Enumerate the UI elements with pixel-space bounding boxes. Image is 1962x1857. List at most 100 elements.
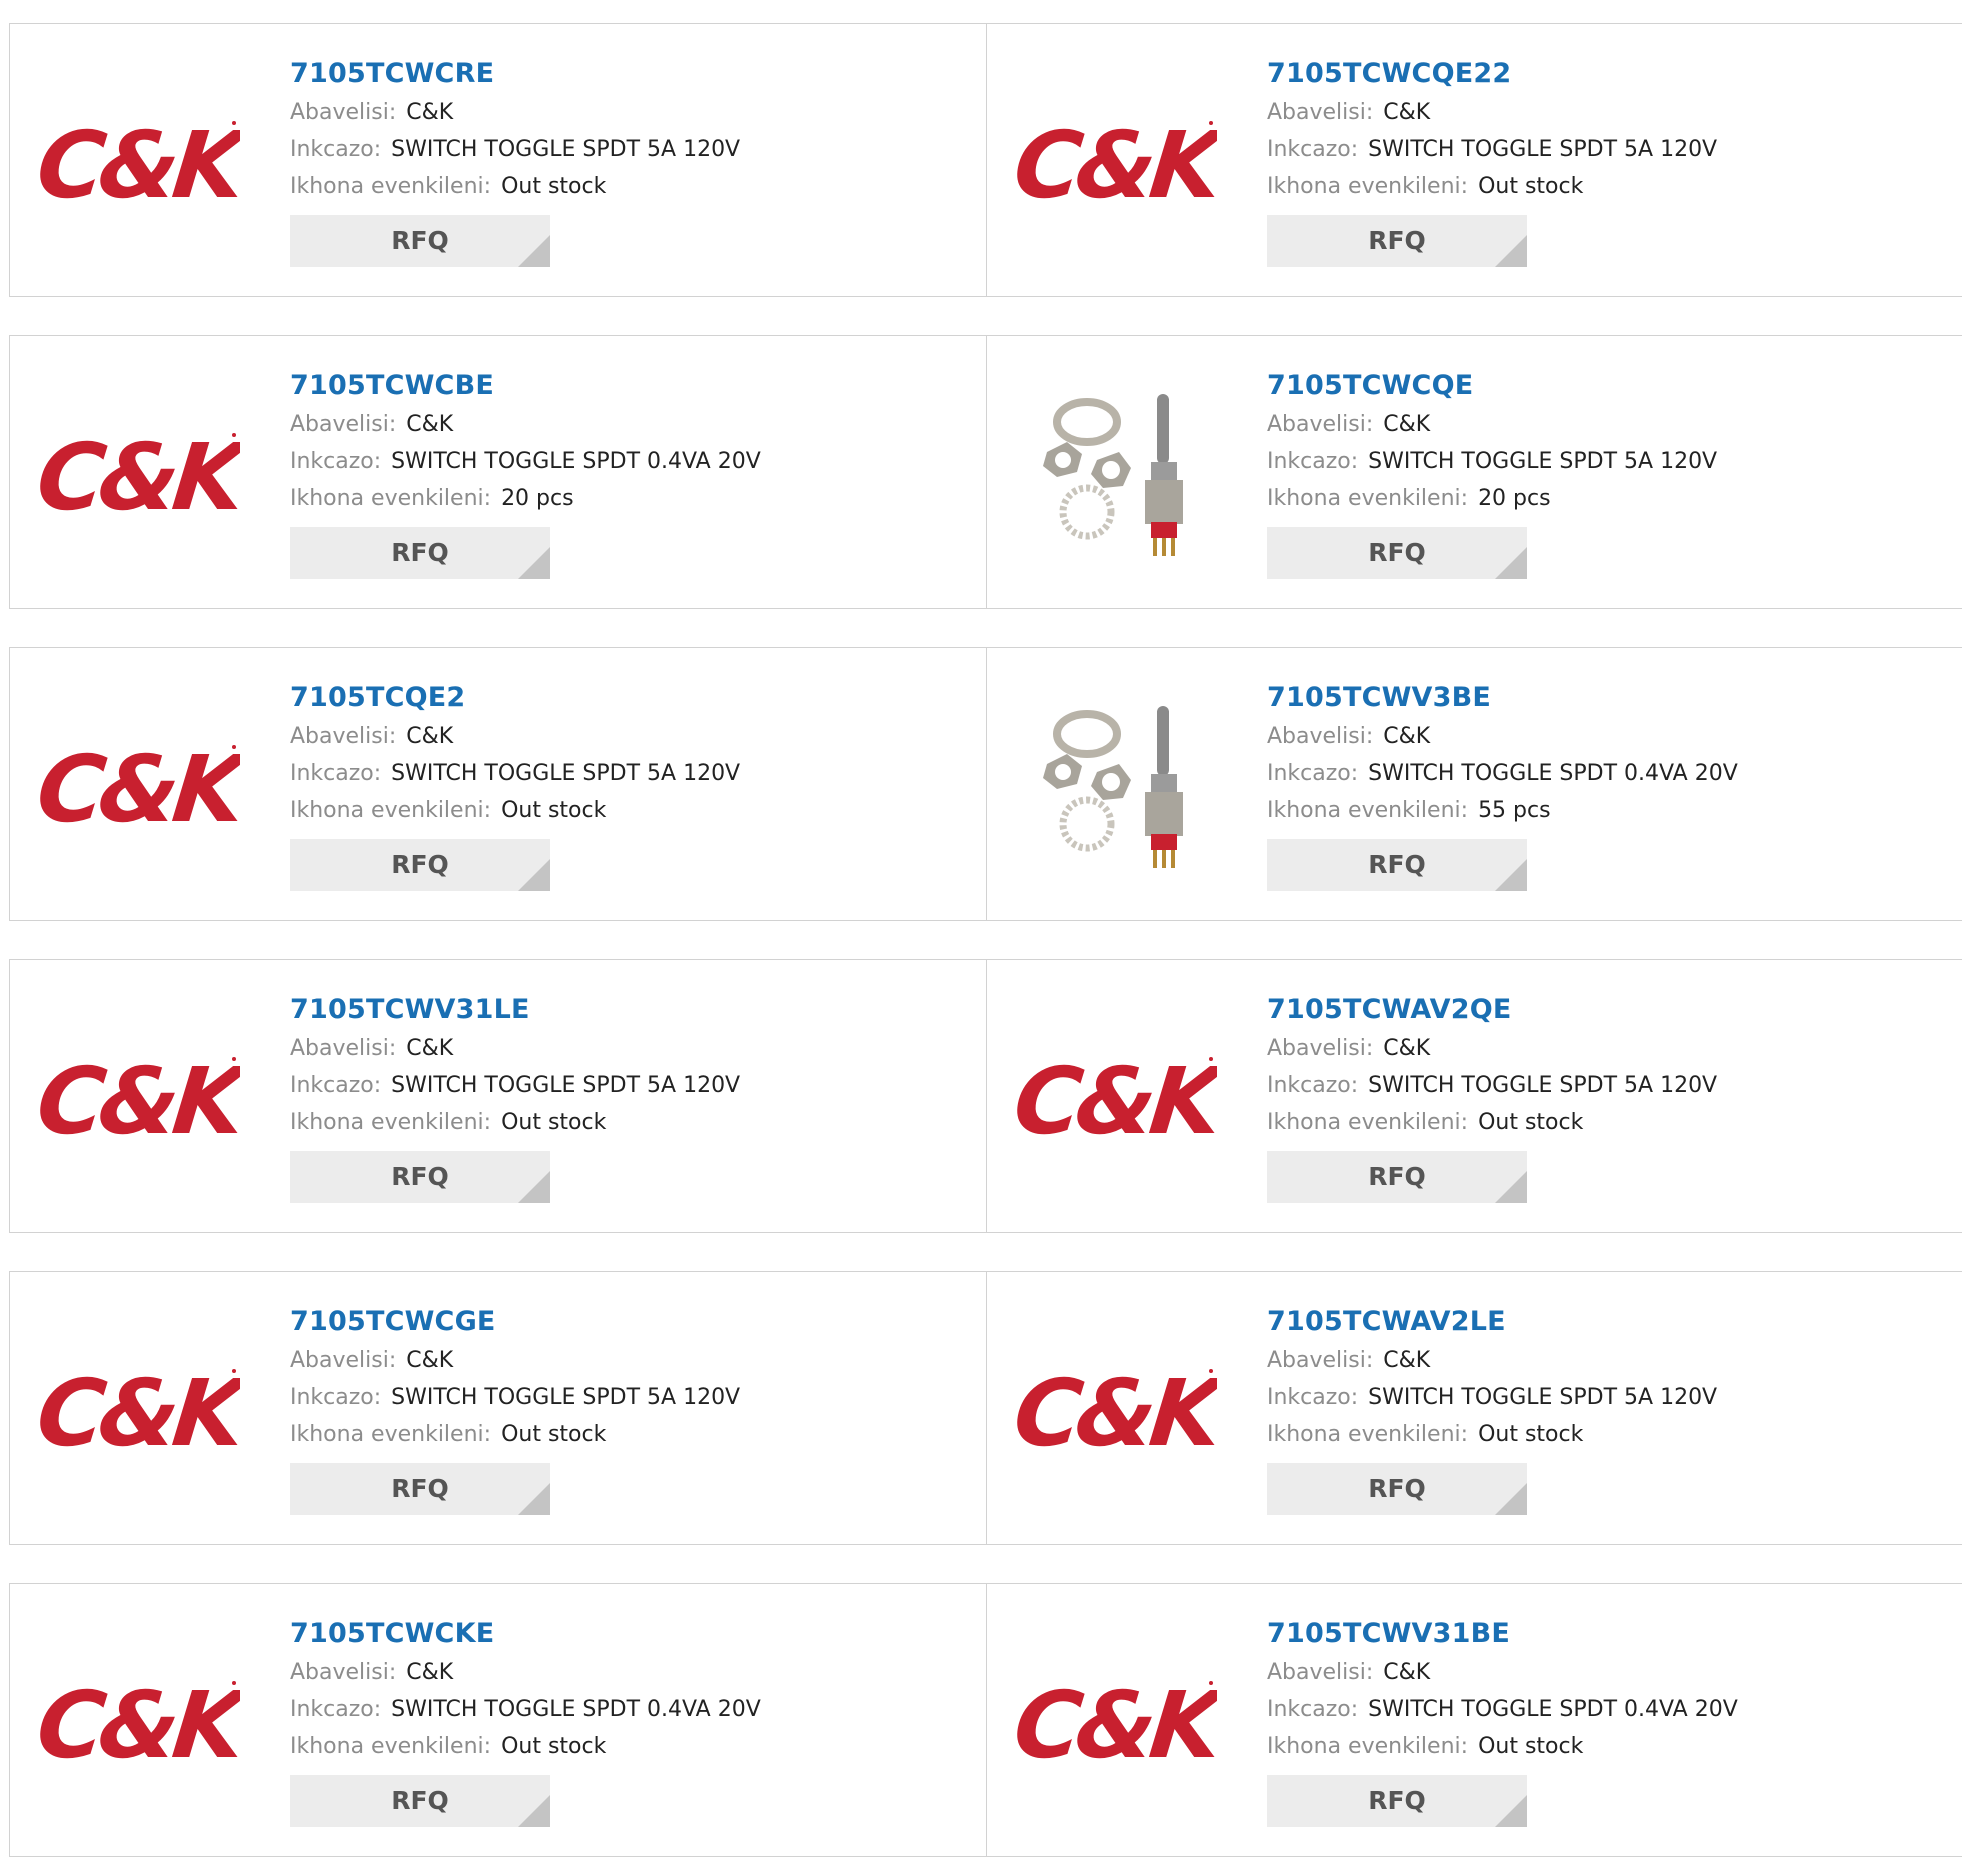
rfq-button[interactable]: RFQ [290,215,550,267]
stock-line: Ikhona evenkileni: Out stock [290,168,740,205]
stock-line: Ikhona evenkileni: Out stock [290,1728,761,1765]
description-label: Inkcazo: [290,761,382,786]
manufacturer-logo[interactable]: C&K [40,1006,240,1186]
product-card: C&K 7105TCWCKE Abavelisi: C&K Inkcazo: SWITCH… [10,1584,987,1856]
product-info: 7105TCWV31LE Abavelisi: C&K Inkcazo: SWITCH … [290,990,740,1203]
product-row: C&K 7105TCWCKE Abavelisi: C&K Inkcazo: SWITCH… [9,1583,1962,1857]
part-number-link[interactable]: 7105TCWV31BE [1267,1614,1738,1654]
rfq-label: RFQ [391,538,449,567]
product-image[interactable] [1017,694,1217,874]
description-label: Inkcazo: [290,1385,382,1410]
part-number-link[interactable]: 7105TCWV3BE [1267,678,1738,718]
stock-label: Ikhona evenkileni: [1267,798,1469,823]
corner-triangle-icon [518,1795,550,1827]
stock-label: Ikhona evenkileni: [290,1422,492,1447]
rfq-button[interactable]: RFQ [290,527,550,579]
product-image[interactable] [1017,382,1217,562]
corner-triangle-icon [518,859,550,891]
part-number-link[interactable]: 7105TCWCGE [290,1302,740,1342]
rfq-button[interactable]: RFQ [290,1775,550,1827]
manufacturer-value: C&K [1383,1348,1431,1373]
ck-logo-text: C&K [1017,1359,1217,1463]
corner-triangle-icon [518,235,550,267]
product-card: 7105TCWCQE Abavelisi: C&K Inkcazo: SWITCH TO… [987,336,1962,608]
description-label: Inkcazo: [1267,137,1359,162]
product-info: 7105TCWV31BE Abavelisi: C&K Inkcazo: SWITCH … [1267,1614,1738,1827]
manufacturer-logo[interactable]: C&K [1017,1006,1217,1186]
stock-line: Ikhona evenkileni: Out stock [290,792,740,829]
rfq-button[interactable]: RFQ [1267,1775,1527,1827]
stock-value: Out stock [1478,174,1584,199]
corner-triangle-icon [1495,1795,1527,1827]
product-card: C&K 7105TCWV31BE Abavelisi: C&K Inkcazo: SWIT… [987,1584,1962,1856]
rfq-button[interactable]: RFQ [290,1151,550,1203]
manufacturer-value: C&K [1383,724,1431,749]
rfq-label: RFQ [391,1786,449,1815]
product-card: C&K 7105TCWCQE22 Abavelisi: C&K Inkcazo: SWIT… [987,24,1962,296]
part-number-link[interactable]: 7105TCWCKE [290,1614,761,1654]
manufacturer-line: Abavelisi: C&K [290,1342,740,1379]
manufacturer-logo[interactable]: C&K [40,382,240,562]
corner-triangle-icon [1495,235,1527,267]
stock-label: Ikhona evenkileni: [1267,1110,1469,1135]
corner-triangle-icon [1495,859,1527,891]
rfq-button[interactable]: RFQ [290,839,550,891]
manufacturer-label: Abavelisi: [290,412,397,437]
description-line: Inkcazo: SWITCH TOGGLE SPDT 0.4VA 20V [1267,1691,1738,1728]
manufacturer-logo[interactable]: C&K [1017,70,1217,250]
part-number-link[interactable]: 7105TCQE2 [290,678,740,718]
rfq-button[interactable]: RFQ [1267,1463,1527,1515]
ck-logo-text: C&K [40,1359,240,1463]
manufacturer-label: Abavelisi: [290,100,397,125]
manufacturer-logo[interactable]: C&K [1017,1630,1217,1810]
description-label: Inkcazo: [290,1697,382,1722]
ck-logo-text: C&K [40,111,240,215]
description-line: Inkcazo: SWITCH TOGGLE SPDT 5A 120V [290,755,740,792]
manufacturer-value: C&K [1383,1036,1431,1061]
stock-value: Out stock [1478,1422,1584,1447]
stock-label: Ikhona evenkileni: [290,1734,492,1759]
description-value: SWITCH TOGGLE SPDT 0.4VA 20V [1368,761,1738,786]
stock-line: Ikhona evenkileni: 20 pcs [1267,480,1717,517]
manufacturer-line: Abavelisi: C&K [290,1654,761,1691]
description-value: SWITCH TOGGLE SPDT 5A 120V [391,761,741,786]
part-number-link[interactable]: 7105TCWAV2QE [1267,990,1717,1030]
stock-line: Ikhona evenkileni: Out stock [290,1416,740,1453]
part-number-link[interactable]: 7105TCWV31LE [290,990,740,1030]
stock-value: Out stock [501,1734,607,1759]
product-card: C&K 7105TCWV31LE Abavelisi: C&K Inkcazo: SWIT… [10,960,987,1232]
product-card: 7105TCWV3BE Abavelisi: C&K Inkcazo: SWITCH T… [987,648,1962,920]
stock-line: Ikhona evenkileni: 55 pcs [1267,792,1738,829]
description-label: Inkcazo: [1267,761,1359,786]
part-number-link[interactable]: 7105TCWCQE [1267,366,1717,406]
manufacturer-line: Abavelisi: C&K [290,718,740,755]
manufacturer-value: C&K [1383,100,1431,125]
part-number-link[interactable]: 7105TCWCQE22 [1267,54,1717,94]
manufacturer-logo[interactable]: C&K [40,1318,240,1498]
rfq-button[interactable]: RFQ [1267,215,1527,267]
part-number-link[interactable]: 7105TCWAV2LE [1267,1302,1717,1342]
manufacturer-logo[interactable]: C&K [40,1630,240,1810]
part-number-link[interactable]: 7105TCWCRE [290,54,740,94]
stock-value: 55 pcs [1478,798,1551,823]
manufacturer-line: Abavelisi: C&K [1267,94,1717,131]
manufacturer-logo[interactable]: C&K [40,694,240,874]
rfq-label: RFQ [391,1162,449,1191]
description-label: Inkcazo: [1267,449,1359,474]
corner-triangle-icon [518,1483,550,1515]
manufacturer-logo[interactable]: C&K [40,70,240,250]
rfq-button[interactable]: RFQ [1267,839,1527,891]
rfq-button[interactable]: RFQ [1267,527,1527,579]
product-card: C&K 7105TCWAV2QE Abavelisi: C&K Inkcazo: SWIT… [987,960,1962,1232]
manufacturer-value: C&K [406,1036,454,1061]
description-label: Inkcazo: [290,1073,382,1098]
rfq-label: RFQ [1368,538,1426,567]
part-number-link[interactable]: 7105TCWCBE [290,366,761,406]
rfq-button[interactable]: RFQ [290,1463,550,1515]
manufacturer-label: Abavelisi: [290,724,397,749]
rfq-button[interactable]: RFQ [1267,1151,1527,1203]
stock-label: Ikhona evenkileni: [1267,1734,1469,1759]
stock-label: Ikhona evenkileni: [1267,174,1469,199]
description-value: SWITCH TOGGLE SPDT 0.4VA 20V [391,449,761,474]
manufacturer-logo[interactable]: C&K [1017,1318,1217,1498]
